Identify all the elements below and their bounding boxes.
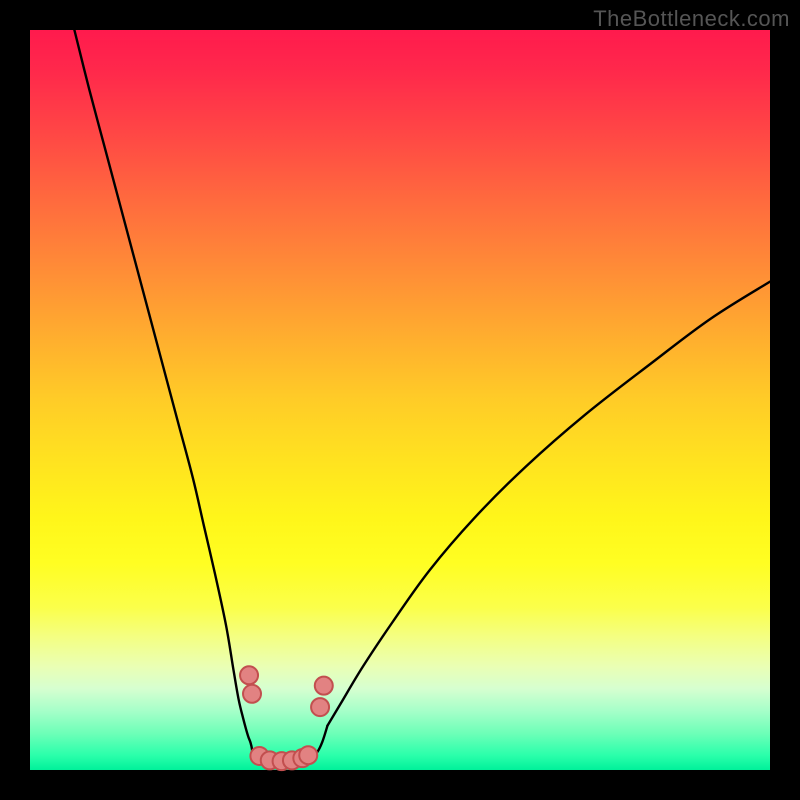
highlighted-marker-group: [240, 666, 333, 770]
highlighted-marker: [299, 746, 317, 764]
curve-right-branch: [327, 282, 770, 726]
plot-area: [30, 30, 770, 770]
highlighted-marker: [315, 677, 333, 695]
highlighted-marker: [243, 685, 261, 703]
highlighted-marker: [311, 698, 329, 716]
chart-overlay: [30, 30, 770, 770]
watermark-text: TheBottleneck.com: [593, 6, 790, 32]
curve-left-branch: [74, 30, 252, 759]
highlighted-marker: [240, 666, 258, 684]
chart-frame: TheBottleneck.com: [0, 0, 800, 800]
